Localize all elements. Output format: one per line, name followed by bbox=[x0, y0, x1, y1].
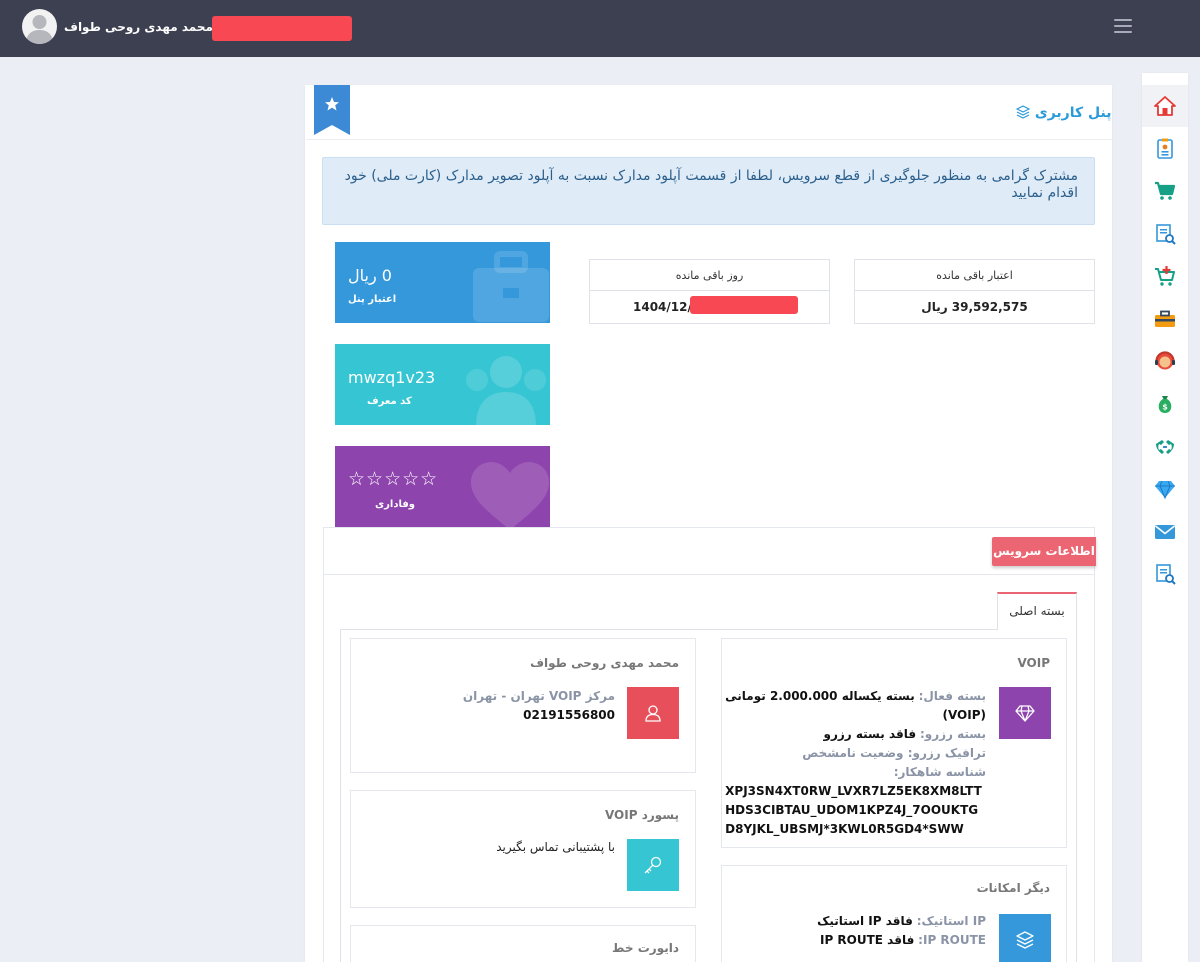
shahkar-id-line-2: HDS3CIBTAU_UDOM1KPZ4J_7OOUKTG bbox=[725, 803, 979, 817]
static-ip-value: فاقد IP استاتیک bbox=[817, 914, 913, 928]
money-bag-icon[interactable]: $ bbox=[1153, 392, 1177, 416]
panel-title: پنل کاربری bbox=[1015, 105, 1111, 121]
shahkar-id-label: شناسه شاهکار: bbox=[893, 765, 986, 779]
reserve-package-label: بسته رزرو: bbox=[919, 727, 986, 741]
remaining-days-value: 1404/12/ bbox=[633, 300, 692, 314]
support-phone: 02191556800 bbox=[523, 708, 615, 722]
reserve-traffic-label: ترافیک رزرو: bbox=[907, 746, 986, 760]
remaining-days-stat: روز باقی مانده 1404/12/ bbox=[589, 259, 830, 324]
divider bbox=[306, 139, 1112, 140]
reserve-package-value: فاقد بسته رزرو bbox=[823, 727, 917, 741]
voip-diamond-tile bbox=[999, 687, 1051, 739]
user-icon bbox=[645, 705, 661, 722]
divider bbox=[324, 574, 1094, 575]
phone-transfer-icon[interactable] bbox=[1153, 435, 1177, 459]
voip-box: VOIP بسته فعال: بسته یکساله 2.000.000 تو… bbox=[721, 638, 1067, 848]
heart-icon bbox=[471, 462, 549, 527]
profile-card-icon[interactable] bbox=[1153, 137, 1177, 161]
active-package-value: بسته یکساله 2.000.000 تومانی bbox=[725, 689, 915, 703]
shahkar-id-line-3: D8YJKL_UBSMJ*3KWL0R5GD4*SWW bbox=[725, 822, 964, 836]
shahkar-id-line-1: XPJ3SN4XT0RW_LVXR7LZ5EK8XM8LTT bbox=[725, 784, 982, 798]
voip-center: مرکز VOIP تهران - تهران bbox=[462, 689, 615, 703]
tab-main-package[interactable]: بسته اصلی bbox=[997, 592, 1077, 630]
owner-details: مرکز VOIP تهران - تهران 02191556800 bbox=[463, 687, 615, 725]
loyalty-label: وفاداری bbox=[375, 499, 415, 510]
remaining-credit-stat: اعتبار باقی مانده 39,592,575 ریال bbox=[854, 259, 1095, 324]
user-name[interactable]: محمد مهدی روحی طواف bbox=[64, 20, 213, 34]
svg-text:$: $ bbox=[1162, 403, 1168, 412]
upload-documents-alert: مشترک گرامی به منظور جلوگیری از قطع سروی… bbox=[322, 157, 1095, 225]
active-package-label: بسته فعال: bbox=[918, 689, 986, 703]
divert-box: دایورت خط bbox=[350, 925, 696, 962]
user-avatar[interactable] bbox=[22, 9, 57, 44]
invoice-search-icon[interactable] bbox=[1153, 222, 1177, 246]
loyalty-stars: ☆☆☆☆☆ bbox=[348, 468, 439, 490]
ip-route-label: IP ROUTE: bbox=[918, 933, 986, 947]
voip-details: بسته فعال: بسته یکساله 2.000.000 تومانی … bbox=[725, 687, 986, 839]
features-layers-tile bbox=[999, 914, 1051, 962]
cart-add-icon[interactable] bbox=[1153, 264, 1177, 288]
star-ribbon-icon bbox=[314, 85, 350, 135]
owner-user-tile bbox=[627, 687, 679, 739]
hamburger-icon[interactable] bbox=[1114, 19, 1136, 35]
icon-sidebar: $ bbox=[1142, 73, 1188, 962]
active-package-suffix: (VOIP) bbox=[942, 708, 986, 722]
referral-code-label: کد معرف bbox=[367, 396, 412, 407]
toolbox-icon[interactable] bbox=[1153, 307, 1177, 331]
password-box: پسورد VOIP با پشتیبانی تماس بگیرید bbox=[350, 790, 696, 908]
briefcase-icon bbox=[473, 251, 549, 322]
remaining-credit-value: 39,592,575 ریال bbox=[921, 300, 1028, 314]
remaining-days-label: روز باقی مانده bbox=[590, 260, 829, 291]
layers-icon bbox=[1015, 105, 1031, 119]
home-icon[interactable] bbox=[1153, 94, 1177, 118]
password-box-title: پسورد VOIP bbox=[604, 808, 679, 822]
diamond-icon[interactable] bbox=[1153, 477, 1177, 501]
redacted-block bbox=[212, 16, 352, 41]
service-info-badge: اطلاعات سرویس bbox=[992, 537, 1096, 566]
diamond-icon bbox=[1015, 705, 1035, 722]
owner-name: محمد مهدی روحی طواف bbox=[530, 656, 679, 670]
static-ip-label: IP استاتیک: bbox=[916, 914, 986, 928]
password-key-tile bbox=[627, 839, 679, 891]
features-box: دیگر امکانات IP استاتیک: فاقد IP استاتیک… bbox=[721, 865, 1067, 962]
panel-credit-label: اعتبار پنل bbox=[348, 294, 397, 305]
avatar-user-icon bbox=[26, 15, 53, 44]
reserve-traffic-value: وضعیت نامشخص bbox=[802, 746, 904, 760]
support-agent-icon[interactable] bbox=[1153, 349, 1177, 373]
divert-box-title: دایورت خط bbox=[612, 941, 679, 955]
owner-box: محمد مهدی روحی طواف مرکز VOIP تهران - ته… bbox=[350, 638, 696, 773]
cart-icon[interactable] bbox=[1153, 179, 1177, 203]
referral-code-value: mwzq1v23 bbox=[348, 368, 436, 387]
referral-code-tile[interactable]: mwzq1v23 کد معرف bbox=[335, 344, 550, 425]
panel-credit-value: 0 ریال bbox=[348, 266, 392, 285]
loyalty-tile[interactable]: ☆☆☆☆☆ وفاداری bbox=[335, 446, 550, 527]
report-search-icon[interactable] bbox=[1153, 562, 1177, 586]
panel-credit-tile[interactable]: 0 ریال اعتبار پنل bbox=[335, 242, 550, 323]
remaining-credit-label: اعتبار باقی مانده bbox=[855, 260, 1094, 291]
password-text: با پشتیبانی تماس بگیرید bbox=[496, 840, 615, 854]
redacted-block bbox=[690, 296, 798, 314]
ip-route-value: فاقد IP ROUTE bbox=[819, 933, 915, 947]
features-details: IP استاتیک: فاقد IP استاتیک IP ROUTE: فا… bbox=[817, 912, 986, 950]
key-icon bbox=[644, 856, 662, 874]
panel-title-text: پنل کاربری bbox=[1034, 105, 1112, 121]
features-box-title: دیگر امکانات bbox=[976, 881, 1050, 895]
users-icon bbox=[466, 356, 546, 425]
mail-icon[interactable] bbox=[1153, 520, 1177, 544]
layers-icon bbox=[1016, 931, 1034, 949]
voip-box-title: VOIP bbox=[1017, 656, 1050, 670]
